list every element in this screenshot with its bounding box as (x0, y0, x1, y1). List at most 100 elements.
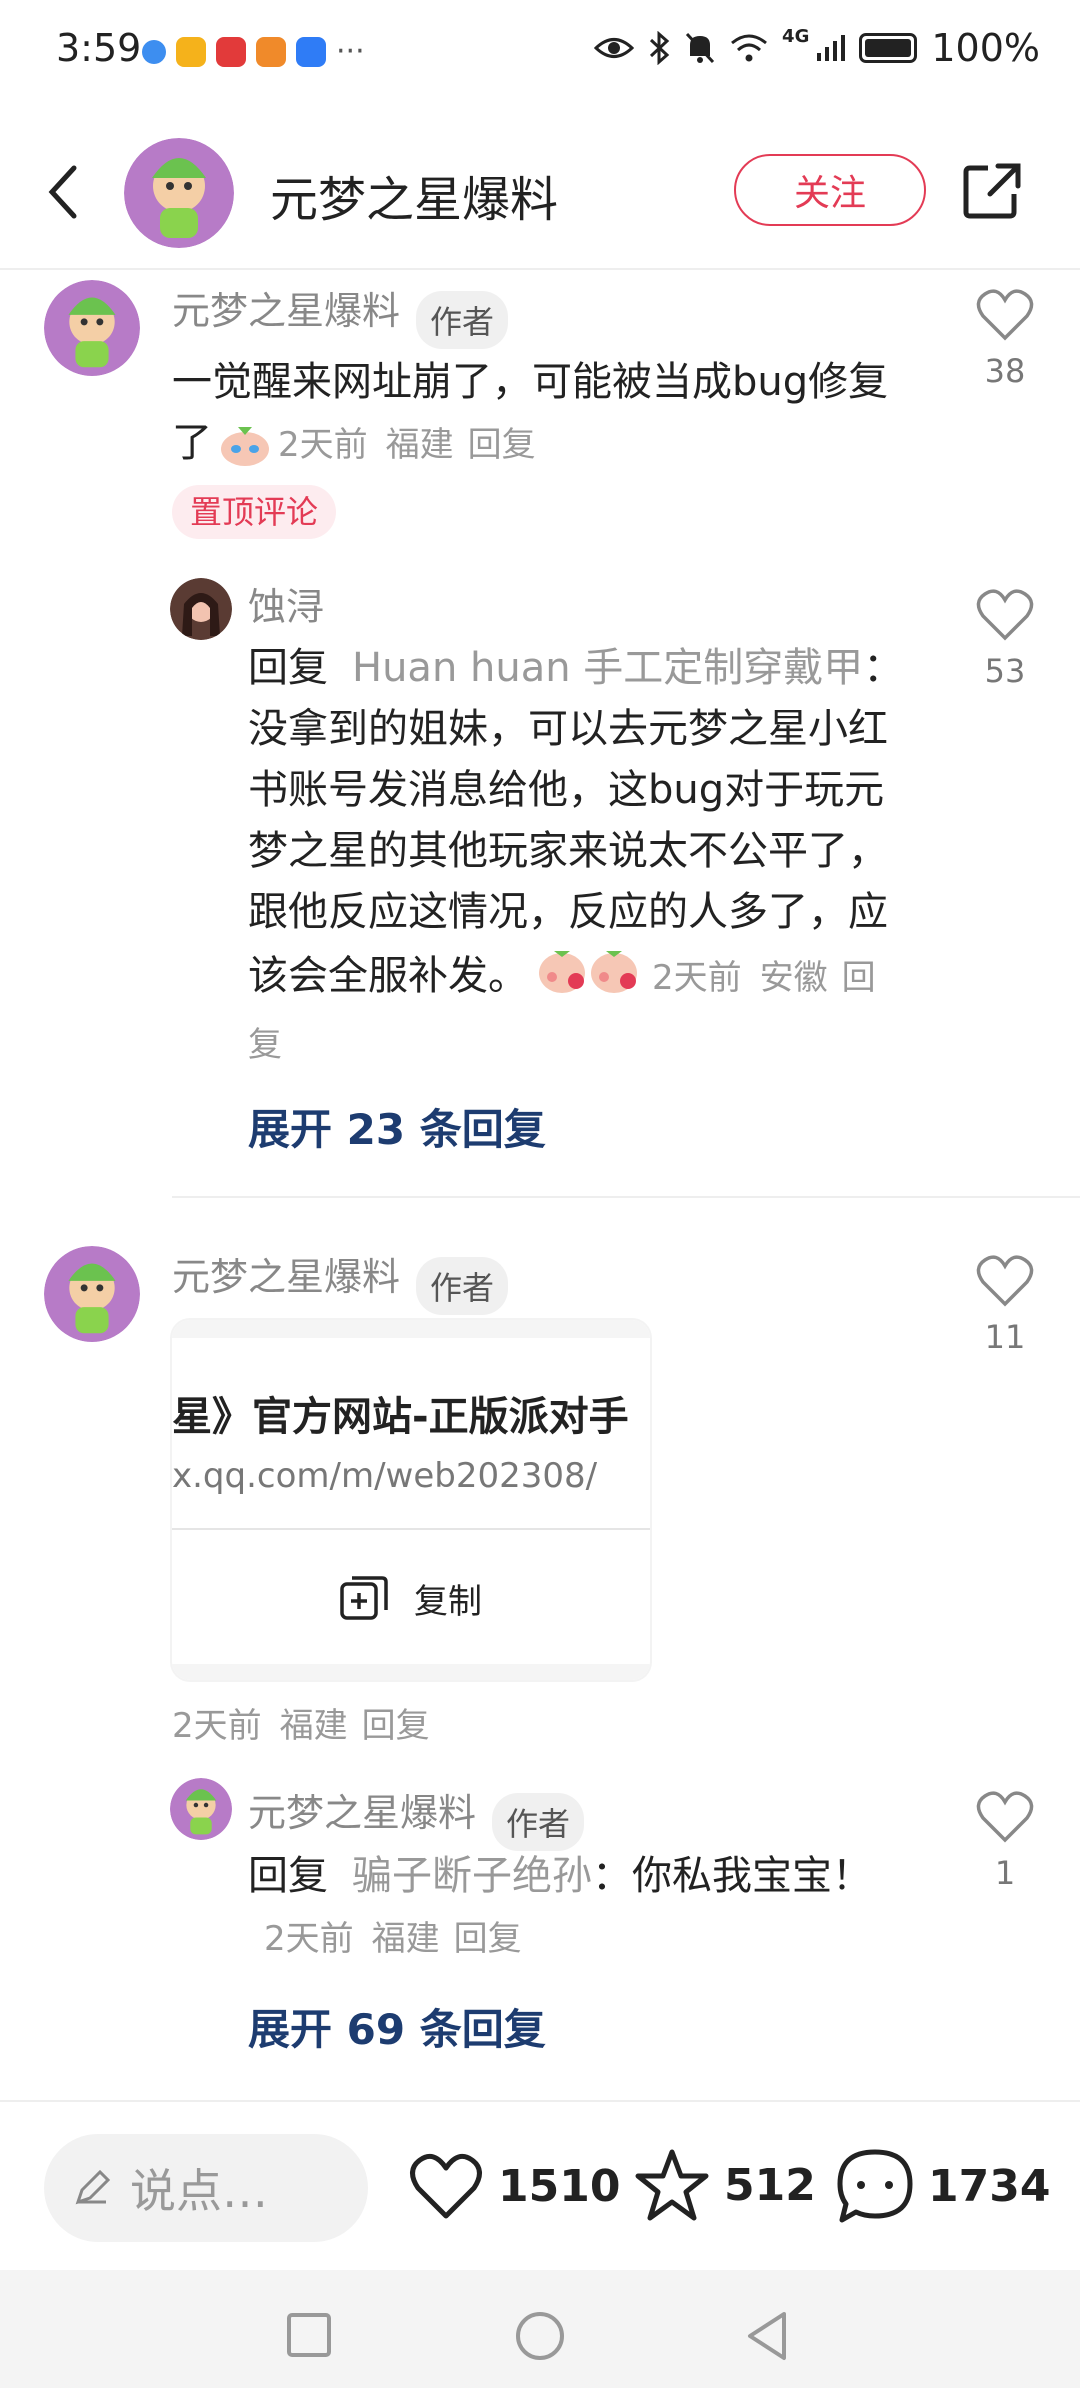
reply-avatar[interactable] (170, 578, 232, 640)
status-bar: 3:59 ··· 4G 100% (0, 0, 1080, 110)
reply-time: 2天前 (264, 1919, 354, 1959)
back-nav-icon[interactable] (744, 2310, 790, 2362)
app-notification-icon (176, 36, 206, 67)
comment-avatar[interactable] (44, 1246, 140, 1342)
card-top-strip (172, 1320, 650, 1338)
heart-icon[interactable] (975, 588, 1035, 642)
like-stat[interactable]: 1510 (408, 2152, 620, 2220)
pencil-icon (75, 2169, 111, 2205)
reply-prefix: 回复 (248, 645, 328, 691)
bottom-action-bar: 说点… 1510 512 1734 (0, 2100, 1080, 2270)
divider (172, 1196, 1080, 1198)
app-notification-icon (256, 36, 286, 67)
page-title: 元梦之星爆料 (270, 172, 559, 228)
comment-time: 2天前 (278, 425, 368, 465)
copy-label: 复制 (414, 1581, 482, 1622)
comment-count: 1734 (928, 2160, 1051, 2212)
comment-input[interactable]: 说点… (44, 2134, 368, 2242)
bluetooth-icon (650, 31, 670, 65)
reply-author[interactable]: 元梦之星爆料 (248, 1791, 476, 1835)
link-card[interactable]: 星》官方网站-正版派对手 x.qq.com/m/web202308/ 复制 (172, 1320, 650, 1680)
reply-avatar[interactable] (170, 1778, 232, 1840)
blush-emoji-icon (536, 943, 642, 1013)
comment-header: 元梦之星爆料 作者 (172, 280, 509, 349)
like-count: 11 (984, 1318, 1026, 1356)
copy-icon (340, 1576, 388, 1620)
card-title: 星》官方网站-正版派对手 (172, 1394, 629, 1440)
share-icon[interactable] (962, 160, 1022, 220)
mute-bell-icon (685, 32, 715, 64)
clock: 3:59 (56, 26, 142, 70)
crying-emoji-icon (218, 423, 272, 467)
back-arrow-icon[interactable] (40, 162, 90, 222)
home-icon[interactable] (514, 2310, 566, 2362)
wifi-icon (731, 34, 767, 62)
comment-body[interactable]: 一觉醒来网址崩了，可能被当成bug修复了 2天前 福建 回复 (172, 352, 912, 476)
card-url[interactable]: x.qq.com/m/web202308/ (172, 1456, 597, 1496)
copy-button[interactable]: 复制 (338, 1572, 482, 1624)
reply-location: 安徽 (759, 958, 828, 998)
reply-link[interactable]: 回复 (362, 1706, 430, 1746)
reply-body[interactable]: 回复 Huan huan 手工定制穿戴甲：没拿到的姐妹，可以去元梦之星小红书账号发… (248, 638, 908, 1076)
reply-prefix: 回复 (248, 1853, 328, 1899)
comment-avatar[interactable] (44, 280, 140, 376)
reply-link[interactable]: 回复 (468, 425, 536, 465)
author-badge: 作者 (416, 1256, 509, 1315)
expand-replies-button[interactable]: 展开 69 条回复 (248, 1996, 546, 2057)
heart-icon[interactable] (408, 2152, 484, 2220)
comment-location: 福建 (279, 1706, 348, 1746)
comment-like[interactable]: 38 (970, 288, 1040, 390)
comment-bubble-icon[interactable] (836, 2148, 914, 2224)
card-bottom-strip (172, 1664, 650, 1680)
page-header: 元梦之星爆料 关注 (0, 110, 1080, 270)
comment-like[interactable]: 11 (970, 1254, 1040, 1356)
author-badge: 作者 (416, 290, 509, 349)
comment-meta: 2天前 福建 回复 (172, 1698, 430, 1747)
reply-location: 福建 (371, 1919, 440, 1959)
reply-like[interactable]: 1 (970, 1790, 1040, 1892)
app-notification-icon (296, 36, 326, 67)
reply-link[interactable]: 回复 (454, 1919, 522, 1959)
reply-header: 元梦之星爆料 作者 (248, 1782, 585, 1851)
favorite-stat[interactable]: 512 (634, 2148, 816, 2222)
card-divider (172, 1528, 650, 1530)
like-count: 1510 (498, 2160, 621, 2212)
comment-author[interactable]: 元梦之星爆料 (172, 289, 400, 333)
reply-author[interactable]: 蚀浔 (248, 576, 324, 631)
comment-location: 福建 (385, 425, 454, 465)
reply-target-user[interactable]: Huan huan 手工定制穿戴甲 (352, 645, 863, 691)
heart-icon[interactable] (975, 288, 1035, 342)
eye-icon (594, 38, 635, 58)
recent-apps-icon[interactable] (286, 2312, 332, 2358)
network-type: 4G (782, 26, 810, 47)
follow-button[interactable]: 关注 (734, 154, 926, 226)
like-count: 53 (984, 652, 1026, 690)
system-icons: 4G 100% (594, 26, 1040, 70)
app-notification-icon (142, 39, 166, 64)
like-count: 1 (994, 1854, 1016, 1892)
author-badge: 作者 (492, 1792, 585, 1851)
comment-input-placeholder: 说点… (130, 2164, 268, 2218)
author-avatar[interactable] (124, 138, 234, 248)
expand-replies-button[interactable]: 展开 23 条回复 (248, 1096, 546, 1157)
heart-icon[interactable] (975, 1254, 1035, 1308)
comment-stat[interactable]: 1734 (836, 2148, 1050, 2224)
comment-author[interactable]: 元梦之星爆料 (172, 1255, 400, 1299)
system-nav-bar (0, 2270, 1080, 2388)
star-icon[interactable] (634, 2148, 710, 2222)
reply-body[interactable]: 回复 骗子断子绝孙：你私我宝宝！2天前 福建 回复 (248, 1846, 908, 1970)
comment-time: 2天前 (172, 1706, 262, 1746)
heart-icon[interactable] (975, 1790, 1035, 1844)
comment-header: 元梦之星爆料 作者 (172, 1246, 509, 1315)
pinned-comment-badge: 置顶评论 (172, 485, 337, 539)
notification-icons: ··· (142, 34, 365, 69)
reply-time: 2天前 (652, 958, 742, 998)
more-notifications: ··· (336, 34, 365, 69)
like-count: 38 (984, 352, 1026, 390)
battery-percent: 100% (931, 26, 1040, 70)
signal-icon (817, 35, 846, 61)
reply-like[interactable]: 53 (970, 588, 1040, 690)
reply-target-user[interactable]: 骗子断子绝孙 (352, 1853, 592, 1899)
reply-text: ：你私我宝宝！ (592, 1853, 872, 1899)
favorite-count: 512 (724, 2159, 816, 2211)
